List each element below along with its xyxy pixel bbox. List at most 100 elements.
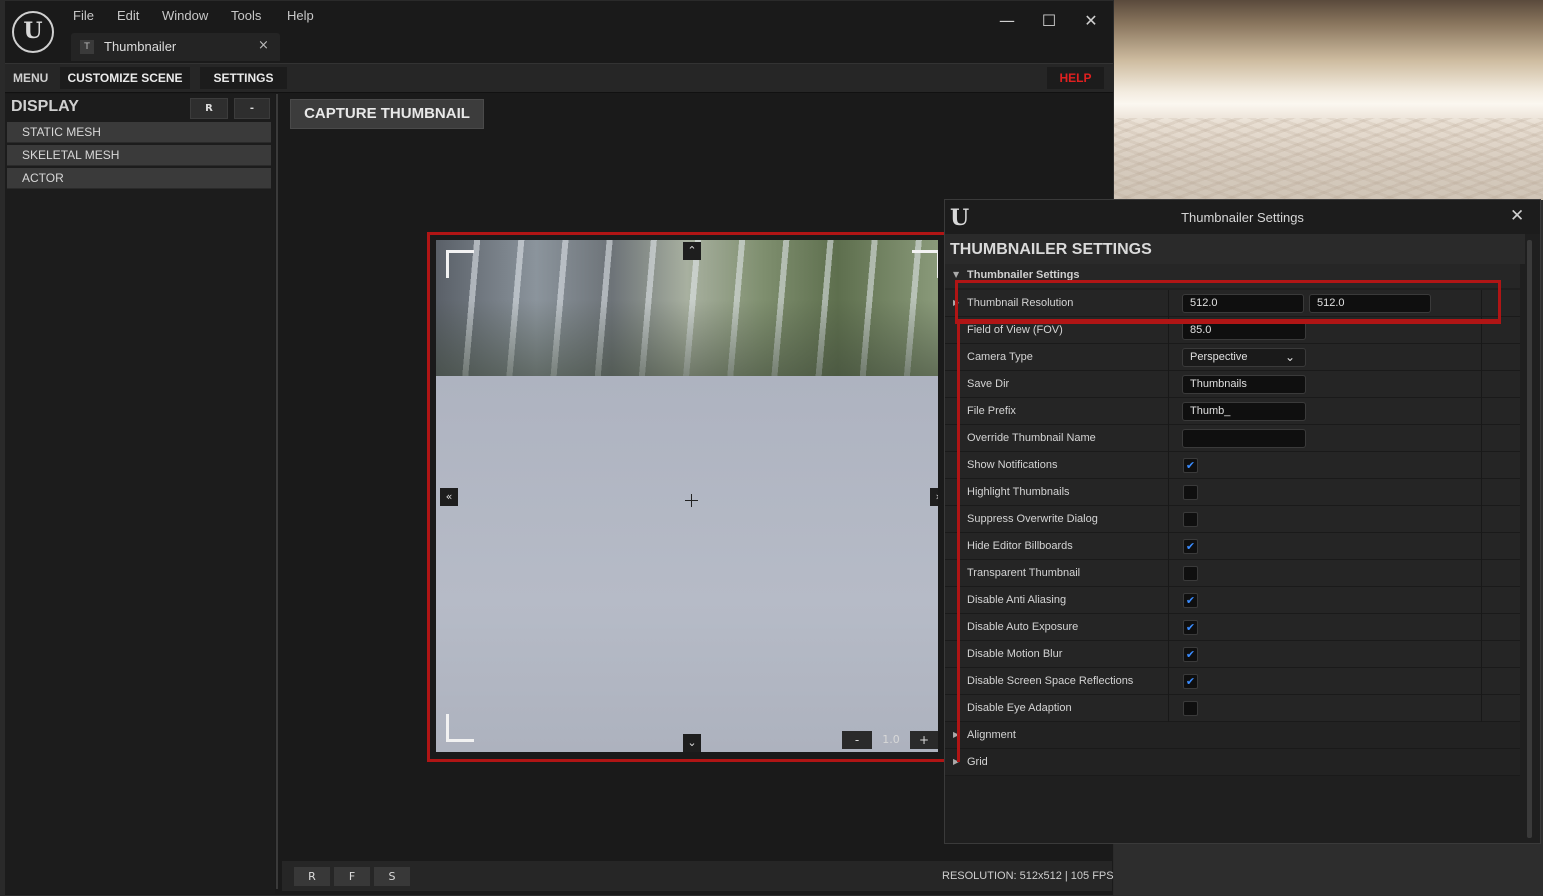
tab-thumbnailer[interactable]: T Thumbnailer × — [71, 33, 280, 61]
display-panel: DISPLAY R - STATIC MESH SKELETAL MESH AC… — [5, 94, 275, 894]
row-label: File Prefix — [967, 405, 1016, 417]
settings-close-icon[interactable]: ✕ — [1510, 206, 1524, 226]
row-label: Disable Motion Blur — [967, 648, 1063, 660]
row-divider — [1481, 344, 1482, 371]
resolution-status: RESOLUTION: 512x512 | 105 FPS — [942, 870, 1114, 882]
row-divider — [1168, 479, 1169, 506]
row-divider — [1481, 371, 1482, 398]
row-label: Override Thumbnail Name — [967, 432, 1096, 444]
settings-row: Transparent Thumbnail — [945, 560, 1520, 587]
row-label: Transparent Thumbnail — [967, 567, 1081, 579]
row-checkbox[interactable]: ✔ — [1183, 593, 1198, 608]
settings-title-bar: Thumbnailer Settings U ✕ — [945, 200, 1540, 234]
settings-row: Suppress Overwrite Dialog — [945, 506, 1520, 533]
background-viewport-sky — [1112, 0, 1543, 200]
settings-row: Disable Anti Aliasing ✔ — [945, 587, 1520, 614]
row-label: Highlight Thumbnails — [967, 486, 1070, 498]
list-item-skeletal-mesh[interactable]: SKELETAL MESH — [7, 145, 271, 166]
unreal-logo-icon: U — [12, 11, 54, 53]
menu-file[interactable]: File — [73, 8, 94, 26]
bottom-s-button[interactable]: S — [374, 867, 410, 886]
menu-tools[interactable]: Tools — [231, 8, 261, 26]
viewport-highlight-frame — [427, 232, 956, 762]
row-checkbox[interactable] — [1183, 485, 1198, 500]
customize-scene-button[interactable]: CUSTOMIZE SCENE — [60, 67, 190, 89]
minimize-icon[interactable]: — — [992, 9, 1022, 33]
menu-edit[interactable]: Edit — [117, 8, 139, 26]
row-checkbox[interactable] — [1183, 701, 1198, 716]
settings-row: Camera Type Perspective ⌄ — [945, 344, 1520, 371]
collapse-button[interactable]: - — [234, 98, 270, 119]
settings-row: Disable Eye Adaption — [945, 695, 1520, 722]
row-label: Disable Eye Adaption — [967, 702, 1072, 714]
row-divider — [1481, 452, 1482, 479]
unreal-logo-icon: U — [950, 205, 970, 231]
row-divider — [1481, 695, 1482, 722]
settings-highlight-frame-top — [957, 319, 1500, 322]
row-label: Save Dir — [967, 378, 1010, 390]
bottom-f-button[interactable]: F — [334, 867, 370, 886]
close-icon[interactable]: ✕ — [1076, 9, 1106, 33]
title-bar: U File Edit Window Tools Help T Thumbnai… — [5, 1, 1113, 63]
settings-scrollbar[interactable] — [1527, 240, 1532, 838]
row-label: Hide Editor Billboards — [967, 540, 1073, 552]
row-checkbox[interactable] — [1183, 512, 1198, 527]
menu-label[interactable]: MENU — [13, 67, 48, 89]
row-label: Suppress Overwrite Dialog — [967, 513, 1098, 525]
maximize-icon[interactable]: ☐ — [1034, 9, 1064, 33]
settings-row: Disable Motion Blur ✔ — [945, 641, 1520, 668]
row-checkbox[interactable]: ✔ — [1183, 647, 1198, 662]
camera-type-select[interactable]: Perspective ⌄ — [1182, 348, 1306, 367]
row-divider — [1481, 479, 1482, 506]
row-label: Field of View (FOV) — [967, 324, 1063, 336]
settings-button[interactable]: SETTINGS — [200, 67, 287, 89]
row-divider — [1481, 587, 1482, 614]
settings-row: Highlight Thumbnails — [945, 479, 1520, 506]
row-divider — [1481, 425, 1482, 452]
row-label: Disable Anti Aliasing — [967, 594, 1067, 606]
tab-close-icon[interactable]: × — [258, 38, 269, 53]
row-divider — [1481, 641, 1482, 668]
row-divider — [1168, 560, 1169, 587]
capture-thumbnail-button[interactable]: CAPTURE THUMBNAIL — [290, 99, 484, 129]
row-label: Disable Screen Space Reflections — [967, 675, 1134, 687]
row-divider — [1168, 425, 1169, 452]
settings-row: File Prefix Thumb_ — [945, 398, 1520, 425]
row-text-input[interactable] — [1182, 429, 1306, 448]
viewport-bottom-bar: R F S RESOLUTION: 512x512 | 105 FPS — [282, 861, 1114, 891]
menu-help[interactable]: Help — [287, 8, 314, 26]
row-label: Grid — [967, 756, 988, 768]
row-checkbox[interactable] — [1183, 566, 1198, 581]
panel-splitter[interactable] — [276, 94, 278, 889]
row-text-input[interactable]: Thumb_ — [1182, 402, 1306, 421]
row-divider — [1481, 398, 1482, 425]
settings-row: Override Thumbnail Name — [945, 425, 1520, 452]
row-label: Camera Type — [967, 351, 1033, 363]
display-title: DISPLAY — [11, 98, 79, 115]
row-checkbox[interactable]: ✔ — [1183, 458, 1198, 473]
row-divider — [1168, 452, 1169, 479]
settings-heading: THUMBNAILER SETTINGS — [950, 241, 1152, 258]
row-divider — [1168, 641, 1169, 668]
row-divider — [1168, 344, 1169, 371]
reset-button[interactable]: R — [190, 98, 228, 119]
settings-highlight-frame-left — [957, 322, 960, 762]
settings-row: Disable Screen Space Reflections ✔ — [945, 668, 1520, 695]
settings-window-title: Thumbnailer Settings — [1181, 210, 1304, 225]
row-checkbox[interactable]: ✔ — [1183, 674, 1198, 689]
settings-header: THUMBNAILER SETTINGS — [945, 234, 1525, 264]
row-divider — [1168, 506, 1169, 533]
row-text-input[interactable]: Thumbnails — [1182, 375, 1306, 394]
list-item-static-mesh[interactable]: STATIC MESH — [7, 122, 271, 143]
menu-window[interactable]: Window — [162, 8, 208, 26]
tab-label: Thumbnailer — [104, 39, 177, 54]
list-item-actor[interactable]: ACTOR — [7, 168, 271, 189]
help-button[interactable]: HELP — [1047, 67, 1104, 89]
row-divider — [1481, 668, 1482, 695]
settings-row: Show Notifications ✔ — [945, 452, 1520, 479]
row-checkbox[interactable]: ✔ — [1183, 620, 1198, 635]
bottom-r-button[interactable]: R — [294, 867, 330, 886]
row-checkbox[interactable]: ✔ — [1183, 539, 1198, 554]
row-divider — [1168, 398, 1169, 425]
resolution-highlight-frame — [955, 280, 1501, 324]
